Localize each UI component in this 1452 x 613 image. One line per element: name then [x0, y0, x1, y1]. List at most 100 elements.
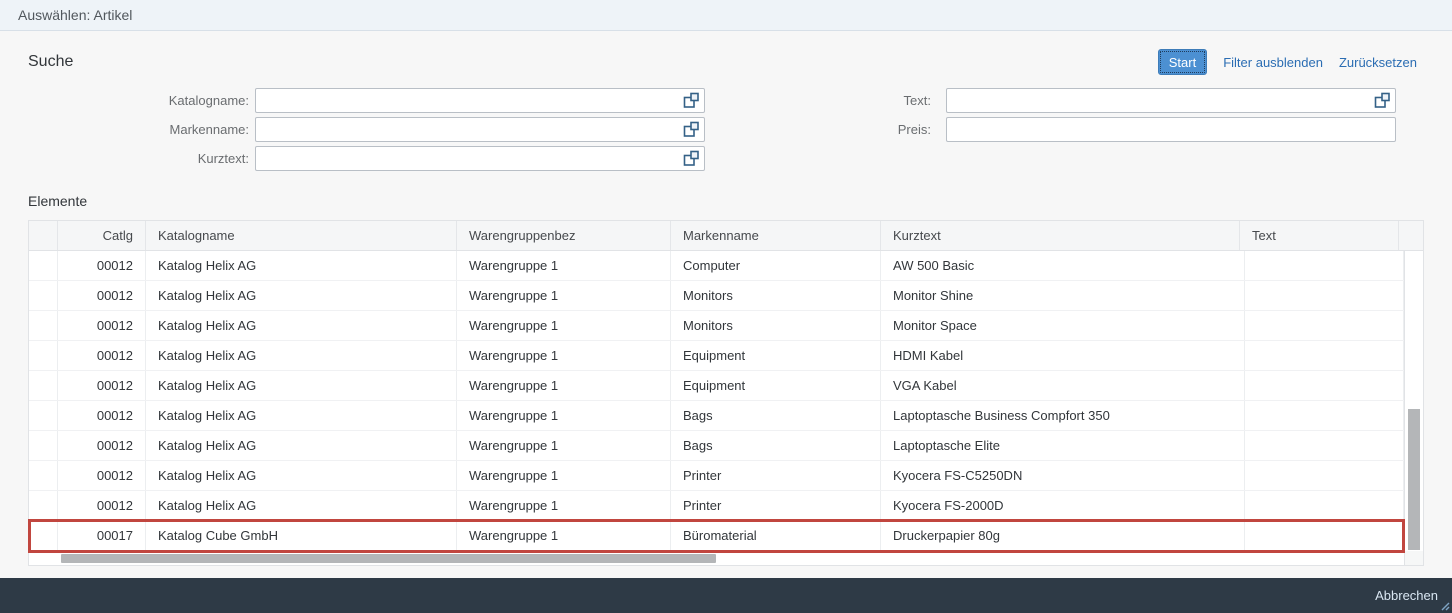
search-header-row: Suche Start Filter ausblenden Zurücksetz… — [28, 48, 1417, 76]
table-cell-kurztext: VGA Kabel — [881, 371, 1245, 400]
scrollbar-corner — [1404, 551, 1423, 565]
table-cell-catlg: 00012 — [58, 251, 146, 280]
footer-bar: Abbrechen — [0, 578, 1452, 613]
elements-table: Catlg Katalogname Warengruppenbez Marken… — [28, 220, 1424, 566]
filter-row-text: Text: — [705, 88, 1396, 113]
horizontal-scrollbar — [29, 551, 1404, 565]
table-cell-warengruppenbez: Warengruppe 1 — [457, 461, 671, 490]
table-cell-text — [1245, 371, 1404, 400]
table-cell-markenname: Printer — [671, 491, 881, 520]
table-cell-katalogname: Katalog Helix AG — [146, 461, 457, 490]
value-help-icon[interactable] — [1374, 92, 1391, 109]
table-cell-sel — [29, 341, 58, 370]
table-cell-kurztext: HDMI Kabel — [881, 341, 1245, 370]
table-row[interactable]: 00012Katalog Helix AGWarengruppe 1Comput… — [29, 251, 1404, 281]
table-cell-text — [1245, 341, 1404, 370]
filter-row-katalogname: Katalogname: — [28, 88, 705, 113]
table-cell-sel — [29, 461, 58, 490]
table-cell-katalogname: Katalog Cube GmbH — [146, 521, 457, 550]
dialog-content: Suche Start Filter ausblenden Zurücksetz… — [0, 31, 1452, 578]
value-help-icon[interactable] — [683, 121, 700, 138]
markenname-label: Markenname: — [28, 122, 255, 137]
table-cell-text — [1245, 431, 1404, 460]
table-cell-kurztext: Laptoptasche Elite — [881, 431, 1245, 460]
table-cell-sel — [29, 251, 58, 280]
column-header-kurztext: Kurztext — [881, 221, 1240, 250]
table-cell-kurztext: Laptoptasche Business Compfort 350 — [881, 401, 1245, 430]
search-section-title: Suche — [28, 53, 73, 71]
table-cell-text — [1245, 311, 1404, 340]
column-header-text: Text — [1240, 221, 1399, 250]
table-cell-catlg: 00012 — [58, 431, 146, 460]
vertical-scrollbar-thumb[interactable] — [1408, 409, 1420, 551]
table-cell-text — [1245, 461, 1404, 490]
table-header-row: Catlg Katalogname Warengruppenbez Marken… — [29, 221, 1423, 251]
value-help-icon[interactable] — [683, 92, 700, 109]
table-cell-text — [1245, 281, 1404, 310]
elements-section-title: Elemente — [28, 193, 1424, 210]
table-row[interactable]: 00012Katalog Helix AGWarengruppe 1Printe… — [29, 491, 1404, 521]
table-cell-katalogname: Katalog Helix AG — [146, 251, 457, 280]
table-cell-catlg: 00012 — [58, 401, 146, 430]
column-header-markenname: Markenname — [671, 221, 881, 250]
table-cell-katalogname: Katalog Helix AG — [146, 371, 457, 400]
table-cell-warengruppenbez: Warengruppe 1 — [457, 521, 671, 550]
table-cell-katalogname: Katalog Helix AG — [146, 401, 457, 430]
table-cell-text — [1245, 521, 1404, 550]
kurztext-field-wrap — [255, 146, 705, 171]
resize-grip-icon[interactable] — [1439, 600, 1450, 611]
table-cell-catlg: 00012 — [58, 371, 146, 400]
table-cell-warengruppenbez: Warengruppe 1 — [457, 491, 671, 520]
filter-row-preis: Preis: — [705, 117, 1396, 142]
text-field-wrap — [946, 88, 1396, 113]
katalogname-label: Katalogname: — [28, 93, 255, 108]
table-cell-sel — [29, 521, 58, 550]
table-cell-catlg: 00012 — [58, 341, 146, 370]
table-row[interactable]: 00012Katalog Helix AGWarengruppe 1Printe… — [29, 461, 1404, 491]
filter-form: Katalogname: Markenname: — [28, 88, 1424, 171]
katalogname-input[interactable] — [255, 88, 705, 113]
filter-row-markenname: Markenname: — [28, 117, 705, 142]
value-help-icon[interactable] — [683, 150, 700, 167]
table-row-highlighted[interactable]: 00017Katalog Cube GmbHWarengruppe 1Bürom… — [29, 521, 1404, 551]
table-cell-markenname: Bags — [671, 431, 881, 460]
cancel-button[interactable]: Abbrechen — [1375, 588, 1438, 603]
table-cell-kurztext: Druckerpapier 80g — [881, 521, 1245, 550]
table-cell-markenname: Büromaterial — [671, 521, 881, 550]
table-row[interactable]: 00012Katalog Helix AGWarengruppe 1Equipm… — [29, 341, 1404, 371]
table-cell-markenname: Monitors — [671, 311, 881, 340]
table-cell-kurztext: Kyocera FS-C5250DN — [881, 461, 1245, 490]
table-cell-text — [1245, 251, 1404, 280]
table-cell-kurztext: Monitor Shine — [881, 281, 1245, 310]
preis-input[interactable] — [946, 117, 1396, 142]
vertical-scrollbar — [1404, 251, 1423, 551]
kurztext-input[interactable] — [255, 146, 705, 171]
table-row[interactable]: 00012Katalog Helix AGWarengruppe 1Monito… — [29, 311, 1404, 341]
table-cell-catlg: 00012 — [58, 461, 146, 490]
table-row[interactable]: 00012Katalog Helix AGWarengruppe 1Monito… — [29, 281, 1404, 311]
column-header-katalogname: Katalogname — [146, 221, 457, 250]
text-input[interactable] — [946, 88, 1396, 113]
table-cell-sel — [29, 491, 58, 520]
table-cell-catlg: 00012 — [58, 491, 146, 520]
markenname-input[interactable] — [255, 117, 705, 142]
reset-link[interactable]: Zurücksetzen — [1339, 55, 1417, 70]
table-body-wrap: 00012Katalog Helix AGWarengruppe 1Comput… — [29, 251, 1423, 551]
hide-filters-link[interactable]: Filter ausblenden — [1223, 55, 1323, 70]
start-button[interactable]: Start — [1158, 49, 1207, 75]
table-row[interactable]: 00012Katalog Helix AGWarengruppe 1BagsLa… — [29, 401, 1404, 431]
column-header-catlg: Catlg — [58, 221, 146, 250]
markenname-field-wrap — [255, 117, 705, 142]
dialog-title: Auswählen: Artikel — [18, 7, 132, 23]
katalogname-field-wrap — [255, 88, 705, 113]
column-header-select — [29, 221, 58, 250]
table-row[interactable]: 00012Katalog Helix AGWarengruppe 1BagsLa… — [29, 431, 1404, 461]
filter-column-left: Katalogname: Markenname: — [28, 88, 705, 171]
table-cell-warengruppenbez: Warengruppe 1 — [457, 401, 671, 430]
filter-column-right: Text: Preis: — [705, 88, 1396, 171]
horizontal-scrollbar-thumb[interactable] — [61, 554, 716, 563]
table-cell-sel — [29, 431, 58, 460]
table-row[interactable]: 00012Katalog Helix AGWarengruppe 1Equipm… — [29, 371, 1404, 401]
preis-field-wrap — [946, 117, 1396, 142]
preis-label: Preis: — [705, 122, 946, 137]
